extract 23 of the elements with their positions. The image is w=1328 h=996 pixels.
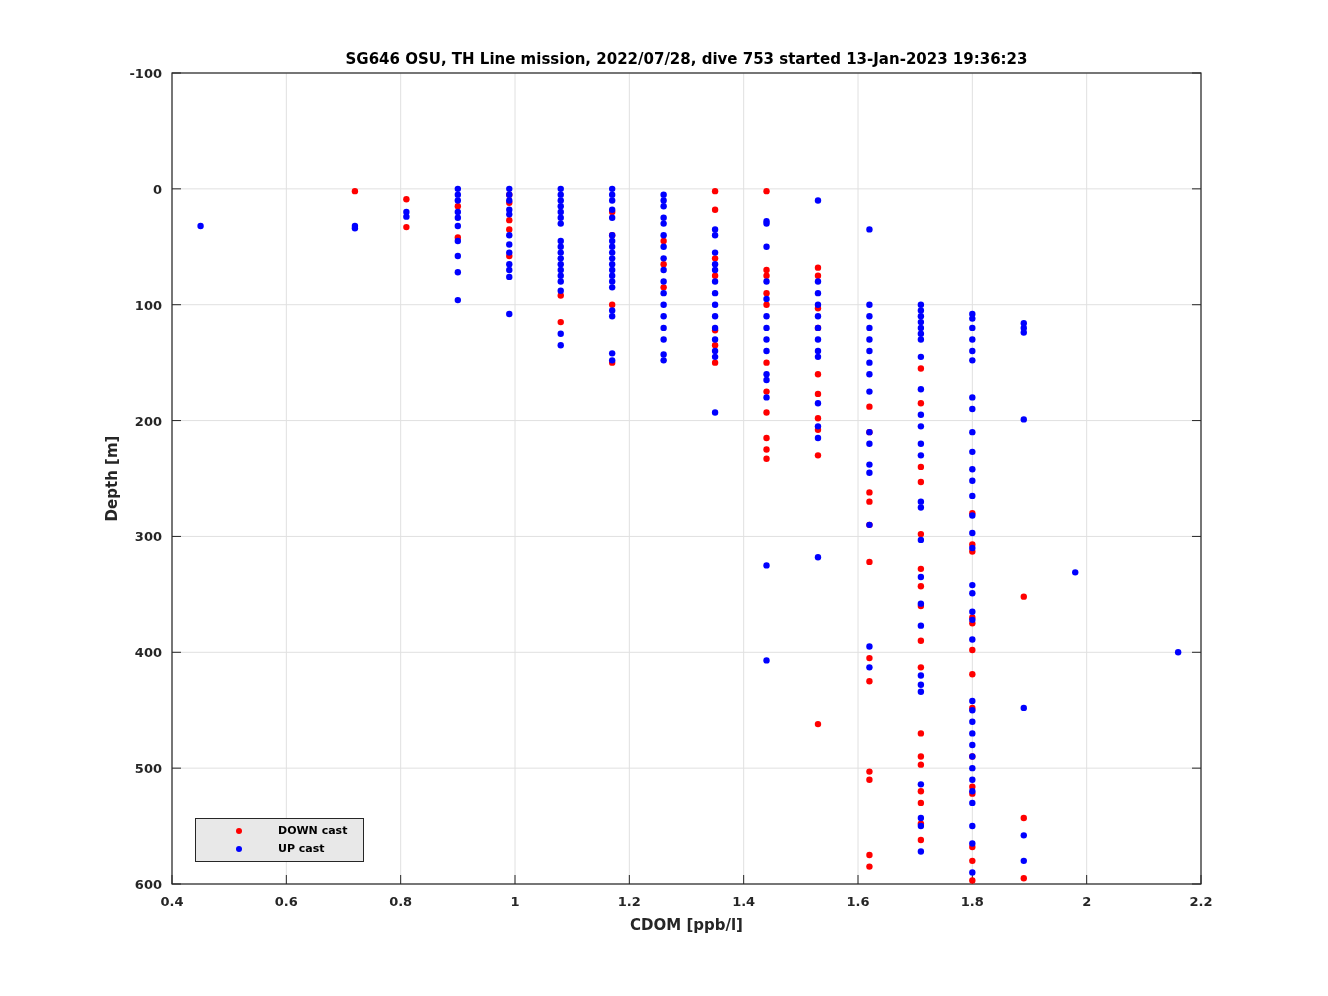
- tick-label: -100: [129, 66, 162, 81]
- x-axis-label: CDOM [ppb/l]: [630, 916, 743, 934]
- chart-title: SG646 OSU, TH Line mission, 2022/07/28, dive 753 started 13-Jan-2023 19:36:23: [345, 50, 1028, 68]
- legend-label: UP cast: [278, 842, 325, 856]
- tick-label: 300: [134, 529, 162, 545]
- tick-label: 1: [510, 894, 520, 909]
- tick-label: 0.6: [274, 894, 298, 909]
- legend-label: DOWN cast: [278, 824, 348, 838]
- tick-label: 2.2: [1189, 894, 1213, 909]
- tick-label: 1.8: [960, 894, 984, 909]
- tick-label: 600: [134, 877, 162, 892]
- tick-label: 500: [134, 761, 162, 777]
- tick-label: 1.6: [846, 894, 870, 909]
- tick-label: 400: [134, 645, 162, 661]
- tick-label: 1.2: [617, 894, 641, 909]
- tick-label: 1.4: [732, 894, 756, 909]
- tick-label: 2: [1082, 894, 1092, 909]
- tick-label: 100: [134, 297, 162, 313]
- y-axis-label: Depth [m]: [103, 435, 121, 522]
- tick-label: 0: [152, 181, 162, 197]
- tick-label: 200: [134, 413, 162, 429]
- tick-label: 0.4: [160, 894, 184, 909]
- tick-label: 0.8: [389, 894, 413, 909]
